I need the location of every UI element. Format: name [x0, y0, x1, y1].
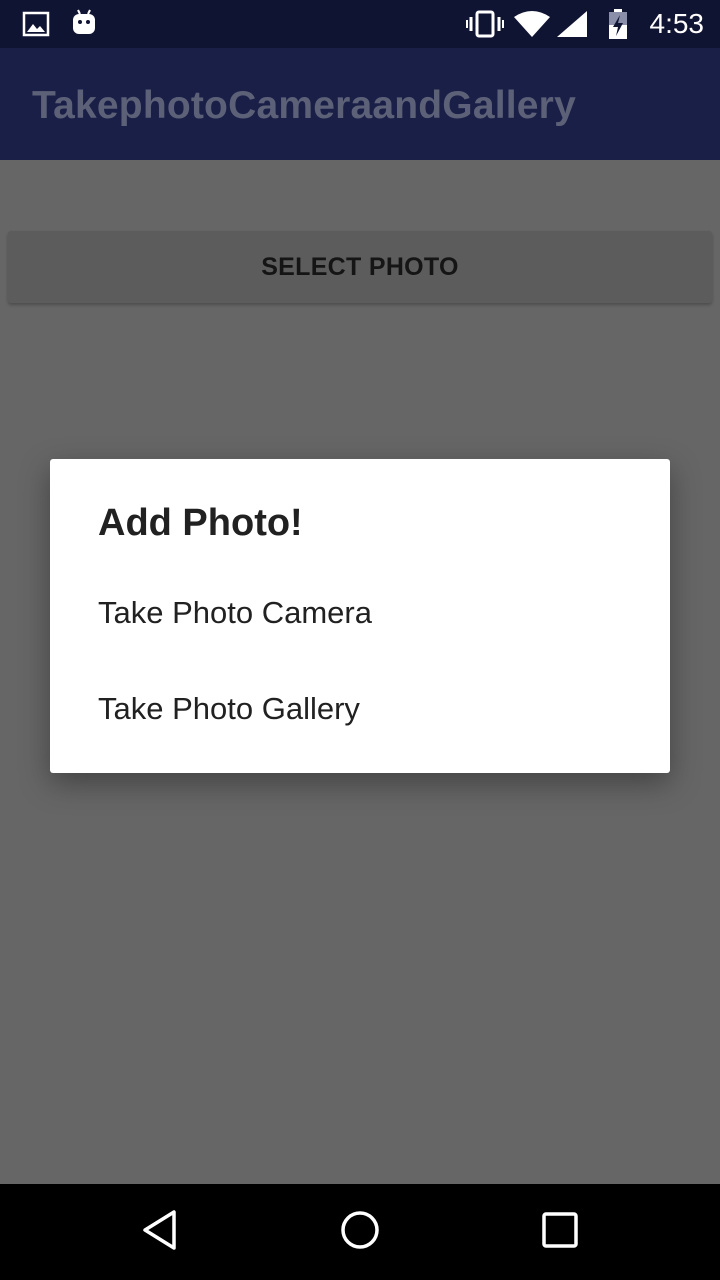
dialog-title: Add Photo! [98, 502, 303, 544]
android-icon [70, 8, 98, 43]
wifi-icon [513, 10, 551, 43]
cell-signal-icon [556, 10, 588, 43]
select-photo-button[interactable]: SELECT PHOTO [8, 231, 712, 303]
back-icon [140, 1209, 180, 1256]
status-time: 4:53 [649, 8, 705, 39]
vibrate-icon [466, 10, 504, 43]
app-title: TakephotoCameraandGallery [32, 84, 576, 127]
home-button[interactable] [332, 1204, 388, 1260]
recents-button[interactable] [532, 1204, 588, 1260]
image-icon [22, 10, 50, 43]
navigation-bar [0, 1184, 720, 1280]
status-bar: 4:53 [0, 0, 720, 48]
home-icon [339, 1209, 381, 1256]
battery-charging-icon [606, 8, 630, 45]
back-button[interactable] [132, 1204, 188, 1260]
app-bar: TakephotoCameraandGallery [0, 48, 720, 160]
add-photo-dialog: Add Photo! Take Photo Camera Take Photo … [50, 459, 670, 773]
take-photo-camera-option[interactable]: Take Photo Camera [98, 581, 622, 645]
take-photo-gallery-option[interactable]: Take Photo Gallery [98, 677, 622, 741]
recents-icon [540, 1210, 580, 1255]
